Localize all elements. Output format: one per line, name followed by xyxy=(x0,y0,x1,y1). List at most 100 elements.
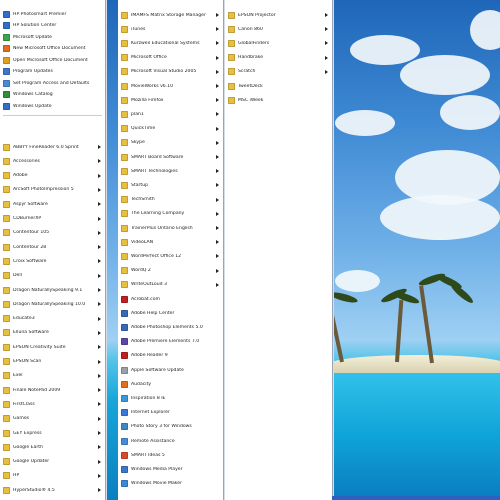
menu-item-accessories[interactable]: Accessories xyxy=(0,155,105,167)
menu-item-abbyy-finereader-6-0-sprint[interactable]: ABBYY FineReader 6.0 Sprint xyxy=(0,141,105,153)
menu-item-exel[interactable]: Exel xyxy=(0,370,105,382)
menu-item-finale-notepad-2009[interactable]: Finale NotePad 2009 xyxy=(0,384,105,396)
menu-item-adobe-help-center[interactable]: Adobe Help Center xyxy=(118,307,223,319)
folder-icon xyxy=(121,25,128,33)
menu-item-google-earth[interactable]: Google Earth xyxy=(0,441,105,453)
menu-item-label: Dell xyxy=(13,273,22,279)
menu-item-adobe-premiere-elements-7-0[interactable]: Adobe Premiere Elements 7.0 xyxy=(118,336,223,348)
menu-item-writeoutloud-3[interactable]: WriteOutLoud 3 xyxy=(118,279,223,291)
menu-item-adobe[interactable]: Adobe xyxy=(0,170,105,182)
menu-item-microsoft-office[interactable]: Microsoft Office xyxy=(118,52,223,64)
submenu-arrow-icon xyxy=(98,445,101,450)
menu-item-epson-creativity-suite[interactable]: EPSON Creativity Suite xyxy=(0,341,105,353)
menu-item-epson-scan[interactable]: EPSON Scan xyxy=(0,356,105,368)
menu-item-games[interactable]: Games xyxy=(0,413,105,425)
menu-item-program-updates[interactable]: Program Updates xyxy=(0,66,105,78)
menu-item-skype[interactable]: Skype xyxy=(118,137,223,149)
menu-item-hp[interactable]: HP xyxy=(0,470,105,482)
menu-item-label: New Microsoft Office Document xyxy=(13,46,86,51)
menu-item-itunes[interactable]: iTunes xyxy=(118,23,223,35)
menu-item-plan1[interactable]: plan1 xyxy=(118,108,223,120)
folder-icon xyxy=(3,143,10,151)
menu-item-movieworks-v6-10[interactable]: MovieWorks v6.10 xyxy=(118,80,223,92)
menu-item-videolan[interactable]: VideoLAN xyxy=(118,236,223,248)
menu-item-scratch[interactable]: Scratch xyxy=(225,66,332,78)
folder-icon xyxy=(3,172,10,180)
folder-icon xyxy=(3,472,10,480)
menu-item-open-microsoft-office-document[interactable]: Open Microsoft Office Document xyxy=(0,54,105,66)
menu-item-handbrake[interactable]: Handbrake xyxy=(225,52,332,64)
menu-item-apple-software-update[interactable]: Apple Software Update xyxy=(118,364,223,376)
menu-item-label: Microsoft Office xyxy=(131,55,167,61)
menu-item-google-updater[interactable]: Google Updater xyxy=(0,456,105,468)
menu-item-microsoft-update[interactable]: Microsoft Update xyxy=(0,31,105,43)
menu-item-cdburnerxp[interactable]: CDBurnerXP xyxy=(0,213,105,225)
menu-item-label: Windows Catalog xyxy=(13,92,53,97)
menu-item-dragon-naturallyspeaking-10-0[interactable]: Dragon NaturallySpeaking 10.0 xyxy=(0,298,105,310)
menu-item-dell[interactable]: Dell xyxy=(0,270,105,282)
menu-item-globalfinders[interactable]: GlobalFinders xyxy=(225,37,332,49)
menu-item-microsoft-visual-studio-2005[interactable]: Microsoft Visual Studio 2005 xyxy=(118,66,223,78)
menu-item-new-microsoft-office-document[interactable]: New Microsoft Office Document xyxy=(0,43,105,55)
submenu-arrow-icon xyxy=(98,288,101,292)
menu-item-smart-ideas-5[interactable]: SMART Ideas 5 xyxy=(118,449,223,461)
all-programs-menu-column-1: HP Photosmart Premier HP Solution Center M… xyxy=(0,0,106,500)
menu-item-audacity[interactable]: Audacity xyxy=(118,378,223,390)
menu-item-imamfs-matrix-storage-manager[interactable]: IMAMFS Matrix Storage Manager xyxy=(118,9,223,21)
menu-item-msc-iweek[interactable]: MSC iWeek xyxy=(225,94,332,106)
menu-item-remote-assistance[interactable]: Remote Assistance xyxy=(118,435,223,447)
folder-icon xyxy=(3,257,10,265)
menu-item-kurzweil-educational-systems[interactable]: Kurzweil Educational Systems xyxy=(118,37,223,49)
submenu-arrow-icon xyxy=(98,230,101,235)
menu-item-internet-explorer[interactable]: Internet Explorer xyxy=(118,407,223,419)
menu-item-wordq-2[interactable]: WordQ 2 xyxy=(118,265,223,277)
menu-item-dragon-naturallyspeaking-9-1[interactable]: Dragon NaturallySpeaking 9.1 xyxy=(0,284,105,296)
menu-item-wordperfect-office-12[interactable]: WordPerfect Office 12 xyxy=(118,250,223,262)
menu-item-mozilla-firefox[interactable]: Mozilla Firefox xyxy=(118,94,223,106)
program-icon xyxy=(3,33,10,41)
menu-item-the-learning-company[interactable]: The Learning Company xyxy=(118,208,223,220)
menu-item-arcsoft-photoimpression-5[interactable]: ArcSoft PhotoImpression 5 xyxy=(0,184,105,196)
program-icon xyxy=(3,102,10,110)
menu-item-smart-board-software[interactable]: SMART Board Software xyxy=(118,151,223,163)
menu-item-elluna-software[interactable]: Elluna Software xyxy=(0,327,105,339)
menu-item-label: Google Earth xyxy=(13,444,43,450)
menu-item-windows-movie-maker[interactable]: Windows Movie Maker xyxy=(118,478,223,490)
menu-item-acrobat-com[interactable]: Acrobat.com xyxy=(118,293,223,305)
submenu-arrow-icon xyxy=(216,226,219,230)
menu-item-hp-solution-center[interactable]: HP Solution Center xyxy=(0,20,105,32)
menu-item-quicktime[interactable]: QuickTime xyxy=(118,123,223,135)
submenu-arrow-icon xyxy=(98,273,101,278)
program-icon xyxy=(3,56,10,64)
menu-item-contentour-28[interactable]: Contentour 28 xyxy=(0,241,105,253)
menu-item-techsmith[interactable]: TechSmith xyxy=(118,194,223,206)
menu-item-croix-software[interactable]: Croix Software xyxy=(0,255,105,267)
menu-item-tweetdeck[interactable]: TweetDeck xyxy=(225,80,332,92)
menu-item-canon-860[interactable]: Canon 860 xyxy=(225,23,332,35)
menu-item-windows-media-player[interactable]: Windows Media Player xyxy=(118,463,223,475)
menu-item-gey-express[interactable]: GEY Express xyxy=(0,427,105,439)
menu-item-adobe-reader-9[interactable]: Adobe Reader 9 xyxy=(118,350,223,362)
menu-item-firstclass[interactable]: FirstClass xyxy=(0,398,105,410)
menu-item-hp-photosmart-premier[interactable]: HP Photosmart Premier xyxy=(0,8,105,20)
submenu-arrow-icon xyxy=(98,202,101,207)
submenu-arrow-icon xyxy=(98,330,101,335)
menu-item-windows-catalog[interactable]: Windows Catalog xyxy=(0,89,105,101)
menu-item-contentour-105[interactable]: Contentour 105 xyxy=(0,227,105,239)
submenu-arrow-icon xyxy=(98,402,101,407)
menu-item-label: Adobe xyxy=(13,173,28,179)
menu-item-hyperstudio-4-5[interactable]: HyperStudio® 4.5 xyxy=(0,484,105,496)
menu-item-windows-update[interactable]: Windows Update xyxy=(0,100,105,112)
menu-item-aspyr-software[interactable]: Aspyr Software xyxy=(0,198,105,210)
menu-item-photo-story-3-for-windows[interactable]: Photo Story 3 for Windows xyxy=(118,421,223,433)
menu-item-smart-technologies[interactable]: SMART Technologies xyxy=(118,165,223,177)
menu-item-trainerplus-ontario-english[interactable]: TrainerPlus Ontario English xyxy=(118,222,223,234)
menu-item-educate3[interactable]: Educate3 xyxy=(0,313,105,325)
menu-item-startup[interactable]: Startup xyxy=(118,179,223,191)
folder-icon xyxy=(121,252,128,260)
menu-item-set-program-access-and-defaults[interactable]: Set Program Access and Defaults xyxy=(0,77,105,89)
menu-item-adobe-photoshop-elements-5-0[interactable]: Adobe Photoshop Elements 5.0 xyxy=(118,321,223,333)
menu-item-inspiration-8-ie[interactable]: Inspiration 8 IE xyxy=(118,392,223,404)
program-icon xyxy=(121,352,128,360)
menu-item-epson-projector[interactable]: EPSON Projector xyxy=(225,9,332,21)
